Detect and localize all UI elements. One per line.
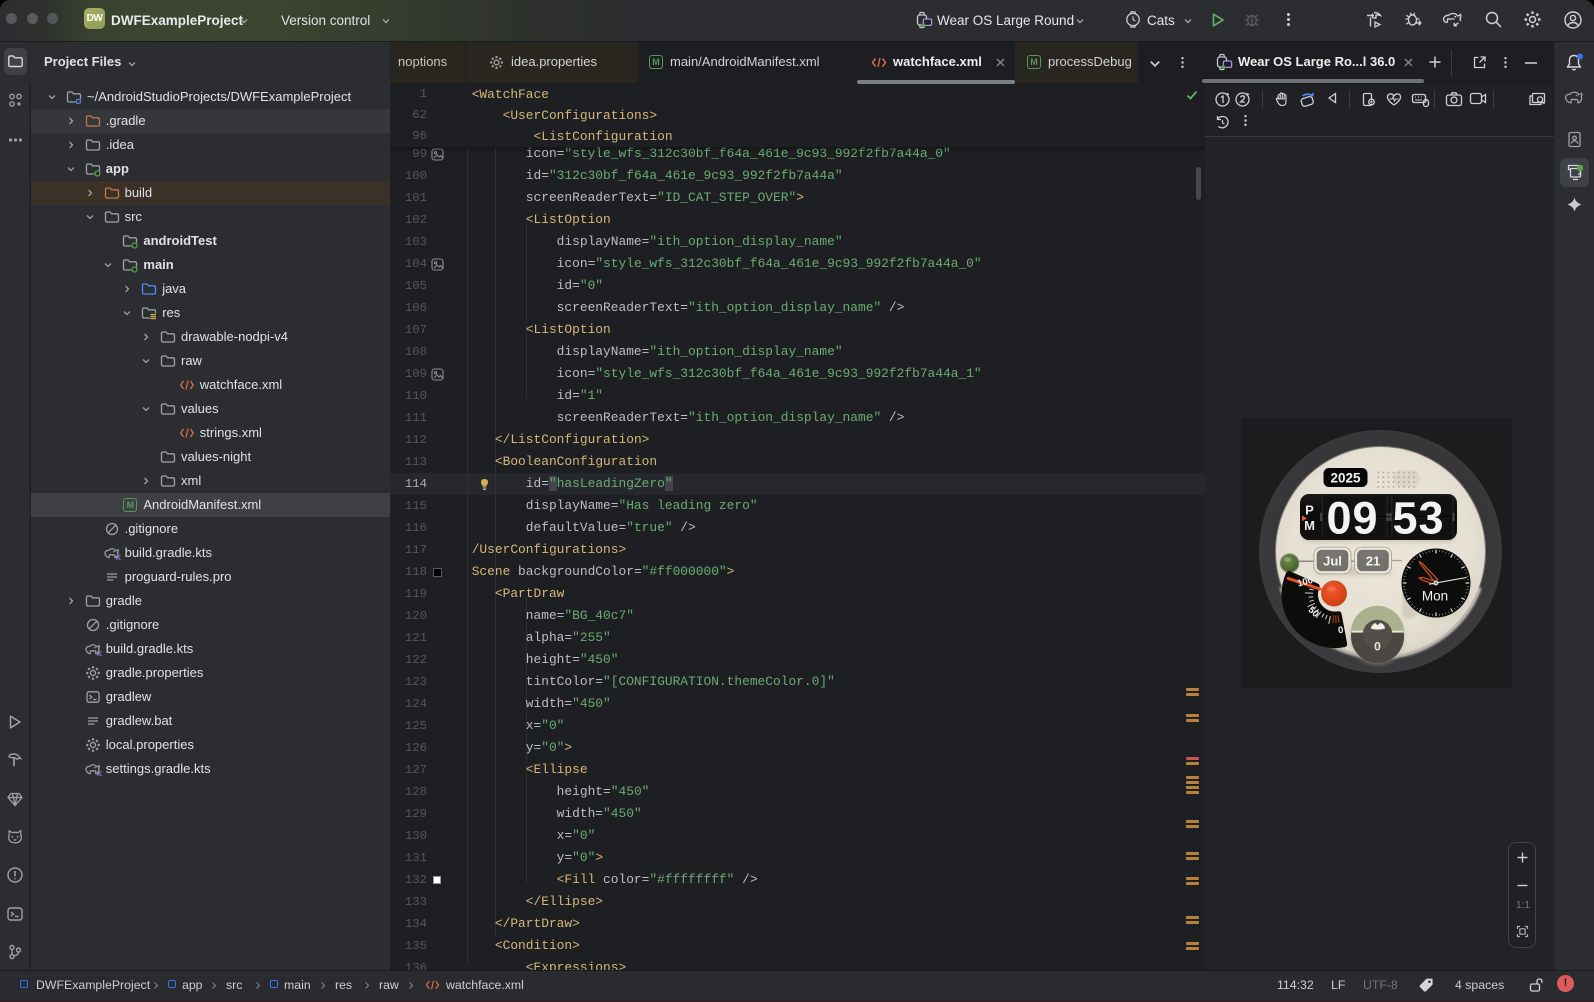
svg-text:2025: 2025: [1330, 471, 1361, 486]
svg-text:M: M: [1304, 518, 1315, 533]
svg-text:09: 09: [1326, 493, 1378, 544]
svg-text:P: P: [1305, 503, 1314, 518]
svg-text:Mon: Mon: [1422, 589, 1448, 604]
svg-text:K: K: [97, 771, 102, 777]
svg-text:Jul: Jul: [1323, 554, 1342, 569]
svg-text:21: 21: [1366, 554, 1380, 569]
svg-text:53: 53: [1392, 493, 1444, 544]
svg-text:K: K: [97, 651, 102, 657]
svg-text:0: 0: [1374, 640, 1381, 654]
svg-text:K: K: [116, 555, 121, 561]
